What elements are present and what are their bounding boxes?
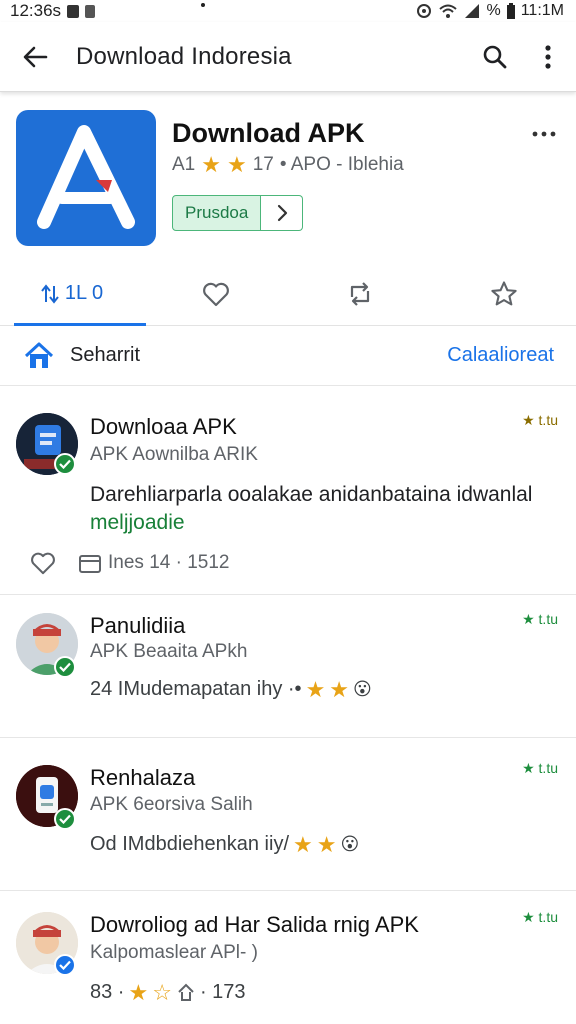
app-name: Download APK xyxy=(172,118,365,148)
review-date: Ines 14 · 1512 xyxy=(108,552,230,573)
signal-icon xyxy=(465,4,480,18)
sort-icon xyxy=(41,283,59,304)
review-body: Darehliarparla ooalakae anidanbataina id… xyxy=(90,481,560,537)
verified-badge xyxy=(54,808,76,830)
review-summary: 83 · ★ ☆ · 173 xyxy=(90,981,246,1004)
sort-action-link[interactable]: Calaalioreat xyxy=(447,344,554,367)
sim-icon xyxy=(85,4,96,18)
tab-sort-label: 1L 0 xyxy=(64,282,104,304)
top-app-bar: Download Indoresia xyxy=(0,22,576,92)
status-left: 12:36s xyxy=(10,1,96,21)
review-author: Panulidiia xyxy=(90,613,186,638)
review-subtitle: APK 6eorsiva Salih xyxy=(90,794,253,815)
check-icon xyxy=(59,662,71,672)
review-subtitle: Kalpomaslear APl- ) xyxy=(90,942,258,963)
status-time: 12:36s xyxy=(10,1,62,20)
star-filled-icon: ★ xyxy=(329,676,350,702)
app-icon[interactable] xyxy=(16,110,156,246)
status-dot xyxy=(201,3,205,7)
overflow-menu-button[interactable] xyxy=(520,22,576,92)
review-tabs: 1L 0 xyxy=(0,262,576,326)
star-filled-icon: ★ xyxy=(128,979,149,1005)
status-right-time: 11:1M xyxy=(520,2,564,19)
app-more-button[interactable] xyxy=(532,124,556,142)
app-meta-text: • APO - Iblehia xyxy=(279,154,404,175)
page-title: Download Indoresia xyxy=(76,42,292,70)
review-rating: ★ t.tu xyxy=(522,760,558,776)
app-logo-a-icon xyxy=(37,125,135,229)
review-summary-text: 83 · xyxy=(90,981,125,1003)
review-item: Panulidiia APK Beaaita APkh ★ t.tu 24 IM… xyxy=(0,596,576,738)
star-filled-icon: ★ xyxy=(305,676,326,702)
review-actions: Ines 14 · 1512 xyxy=(30,551,229,575)
review-body-highlight: meljjoadie xyxy=(90,511,185,534)
star-outline-icon xyxy=(491,280,517,305)
review-rating: ★ t.tu xyxy=(522,611,558,627)
review-item: Renhalaza APK 6eorsiva Salih ★ t.tu Od I… xyxy=(0,739,576,891)
app-rating: A1 xyxy=(172,154,196,175)
star-filled-icon: ★ xyxy=(201,152,221,177)
home-icon xyxy=(24,342,54,368)
tab-repost[interactable] xyxy=(288,262,432,325)
review-summary-text: 24 IMudemapatan ihy ·• xyxy=(90,678,302,700)
verified-badge xyxy=(54,453,76,475)
more-horiz-icon xyxy=(532,131,556,137)
install-button[interactable]: Prusdoa xyxy=(172,195,262,231)
app-meta: A1 ★ ★ 17 • APO - Iblehia xyxy=(172,154,404,176)
emoji-icon: 😮 xyxy=(340,834,360,854)
sort-row: Seharrit Calaalioreat xyxy=(0,326,576,386)
check-icon xyxy=(59,960,71,970)
status-right: % 11:1M xyxy=(416,2,564,20)
status-bar: 12:36s % 11:1M xyxy=(0,0,576,22)
review-rating: ★ t.tu xyxy=(522,909,558,925)
review-summary: 24 IMudemapatan ihy ·• ★ ★ 😮 xyxy=(90,678,372,701)
battery-percent: % xyxy=(486,2,501,19)
more-vert-icon xyxy=(545,44,551,69)
install-group: Prusdoa xyxy=(172,195,304,231)
install-options-button[interactable] xyxy=(261,195,304,231)
review-subtitle: APK Beaaita APkh xyxy=(90,641,248,662)
thumbs-up-icon xyxy=(178,983,194,1001)
repost-icon xyxy=(350,281,370,306)
app-meta-count: 17 xyxy=(252,154,274,175)
back-button[interactable] xyxy=(0,22,70,92)
review-summary-text: Od IMdbdiehenkan iiy/ xyxy=(90,833,290,855)
verified-badge xyxy=(54,656,76,678)
star-filled-icon: ★ xyxy=(293,831,313,857)
sort-label: Seharrit xyxy=(70,344,141,366)
review-author: Dowroliog ad Har Salida rnig APK xyxy=(90,912,419,937)
review-body-text: Darehliarparla ooalakae anidanbataina id… xyxy=(90,483,533,506)
notification-icon xyxy=(67,4,80,18)
review-summary: Od IMdbdiehenkan iiy/ ★ ★ 😮 xyxy=(90,833,359,856)
app-header: Download APK A1 ★ ★ 17 • APO - Iblehia P… xyxy=(16,108,560,248)
arrow-left-icon xyxy=(23,46,48,67)
review-item: Downloaa APK APK Aownilba ARIK ★ t.tu Da… xyxy=(0,387,576,595)
search-icon xyxy=(483,45,507,68)
chevron-right-icon xyxy=(277,204,287,222)
review-author: Downloaa APK xyxy=(90,414,237,439)
check-icon xyxy=(59,814,71,824)
heart-icon xyxy=(203,282,229,306)
sync-icon xyxy=(417,4,432,18)
sort-filter[interactable]: Seharrit xyxy=(24,342,140,370)
search-button[interactable] xyxy=(470,22,520,92)
star-filled-icon: ★ xyxy=(316,831,337,857)
tab-sort[interactable]: 1L 0 xyxy=(0,262,146,326)
wifi-icon xyxy=(439,4,458,18)
star-filled-icon: ★ xyxy=(226,152,247,177)
review-item: Dowroliog ad Har Salida rnig APK Kalpoma… xyxy=(0,892,576,1024)
review-rating: ★ t.tu xyxy=(522,412,558,428)
check-icon xyxy=(59,459,71,469)
verified-badge xyxy=(54,954,76,976)
emoji-icon: 😮 xyxy=(353,679,372,699)
heart-icon[interactable] xyxy=(30,551,56,575)
battery-icon xyxy=(506,3,515,19)
tab-favorites[interactable] xyxy=(144,262,288,325)
star-outline-icon: ☆ xyxy=(152,979,172,1005)
review-subtitle: APK Aownilba ARIK xyxy=(90,444,258,465)
calendar-icon xyxy=(79,555,101,573)
tab-starred[interactable] xyxy=(432,262,576,325)
review-summary-tail: · 173 xyxy=(199,981,246,1003)
review-author: Renhalaza xyxy=(90,765,196,790)
